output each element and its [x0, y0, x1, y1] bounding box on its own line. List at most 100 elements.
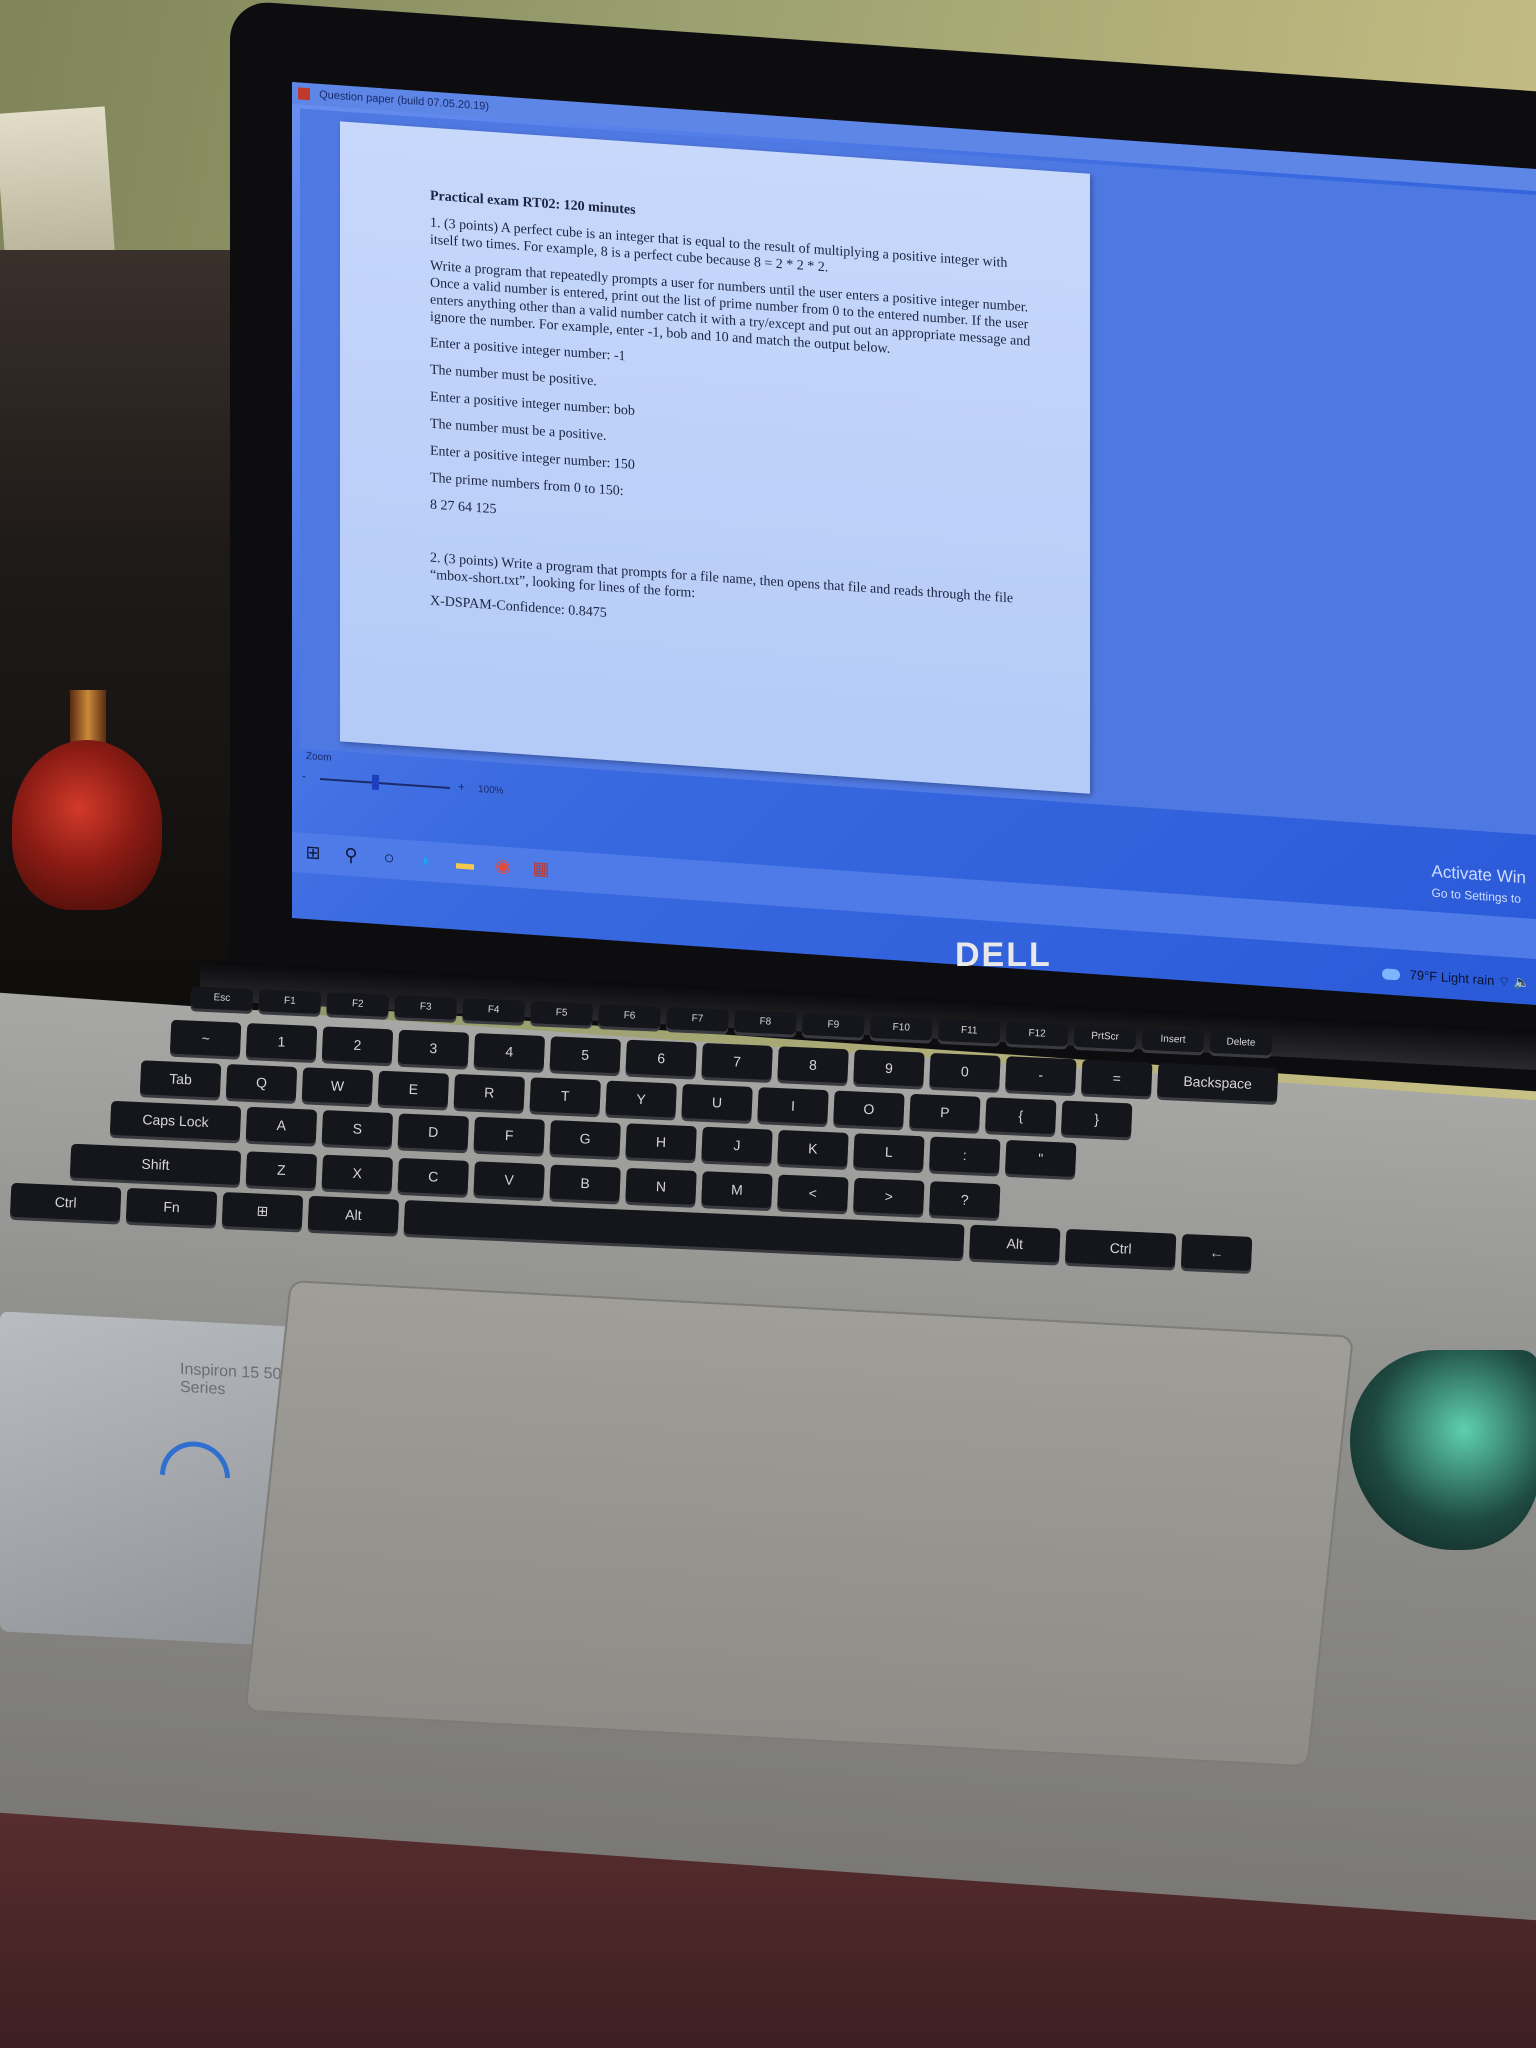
wifi-icon [160, 1439, 230, 1479]
zoom-value: 100% [478, 784, 504, 797]
key[interactable]: ← [1180, 1233, 1253, 1271]
key[interactable]: ⊞ [221, 1192, 304, 1230]
key[interactable]: Caps Lock [109, 1100, 242, 1141]
key[interactable]: O [833, 1090, 905, 1128]
key[interactable]: PrtScr [1073, 1024, 1137, 1050]
key[interactable]: Insert [1141, 1027, 1205, 1053]
key[interactable]: F3 [394, 995, 458, 1020]
key[interactable]: F [473, 1116, 545, 1154]
key[interactable]: F12 [1005, 1021, 1069, 1047]
keyboard: Esc F1 F2 F3 F4 F5 F6 F7 F8 F9 F10 F11 F12 PrtScr Inse… [9, 986, 1536, 1290]
chrome-icon[interactable]: ◉ [492, 854, 514, 878]
paper-on-wall [0, 106, 116, 264]
key[interactable]: Esc [190, 986, 254, 1011]
key[interactable]: I [757, 1087, 829, 1125]
key[interactable]: A [245, 1106, 318, 1144]
zoom-slider-thumb[interactable] [372, 774, 379, 791]
key[interactable]: E [377, 1070, 450, 1108]
cloud-icon [1382, 968, 1400, 981]
key[interactable]: F7 [665, 1007, 729, 1032]
key[interactable]: F4 [462, 998, 526, 1023]
key[interactable]: S [321, 1110, 394, 1148]
zoom-label: Zoom [306, 750, 332, 764]
key[interactable]: H [625, 1123, 697, 1161]
key[interactable]: 0 [929, 1052, 1001, 1090]
key[interactable]: Delete [1209, 1030, 1273, 1056]
key[interactable]: F10 [869, 1015, 933, 1041]
key[interactable]: Shift [69, 1143, 242, 1185]
key[interactable]: Fn [125, 1187, 218, 1226]
key[interactable]: Ctrl [9, 1182, 122, 1222]
system-tray: 79°F Light rain ⌔ 🔈 [1382, 958, 1530, 998]
key[interactable]: > [853, 1177, 925, 1215]
key[interactable]: 1 [245, 1023, 318, 1061]
cortana-icon[interactable]: ○ [378, 846, 400, 870]
key[interactable]: F9 [801, 1012, 865, 1038]
key[interactable]: L [853, 1133, 925, 1171]
app-icon [298, 87, 310, 101]
zoom-in-button[interactable]: + [458, 780, 465, 794]
activate-line-2: Go to Settings to [1431, 885, 1521, 906]
key[interactable]: Ctrl [1064, 1228, 1177, 1268]
edge-icon[interactable]: ◐ [416, 849, 438, 873]
activate-line-1: Activate Win [1431, 861, 1526, 888]
key[interactable]: F5 [530, 1001, 594, 1026]
key[interactable]: F1 [258, 989, 322, 1014]
key[interactable]: 6 [625, 1039, 697, 1077]
key[interactable]: 2 [321, 1026, 394, 1064]
key[interactable]: ? [929, 1181, 1001, 1219]
key[interactable]: T [529, 1077, 601, 1115]
key[interactable]: D [397, 1113, 469, 1151]
key[interactable]: F6 [598, 1004, 661, 1029]
document-viewer[interactable]: Practical exam RT02: 120 minutes 1. (3 p… [300, 108, 1536, 835]
key[interactable]: F11 [937, 1018, 1001, 1044]
laptop-screen: Question paper (build 07.05.20.19) Pract… [292, 82, 1536, 1005]
key[interactable]: X [321, 1154, 394, 1192]
key[interactable]: N [625, 1167, 697, 1205]
key[interactable]: - [1005, 1056, 1077, 1094]
key[interactable]: ~ [169, 1019, 242, 1057]
key[interactable]: Alt [307, 1195, 400, 1234]
key[interactable]: < [777, 1174, 849, 1212]
key[interactable]: P [909, 1093, 981, 1131]
key[interactable]: J [701, 1126, 773, 1164]
wifi-icon[interactable]: ⌔ [1498, 973, 1510, 989]
key[interactable]: } [1060, 1100, 1133, 1138]
key[interactable]: W [301, 1067, 374, 1105]
touchpad[interactable] [244, 1280, 1354, 1768]
key[interactable]: B [549, 1164, 621, 1202]
key[interactable]: G [549, 1120, 621, 1158]
key[interactable]: 4 [473, 1032, 546, 1071]
key[interactable]: R [453, 1073, 525, 1111]
key[interactable]: K [777, 1129, 849, 1167]
key[interactable]: 9 [853, 1049, 925, 1087]
key[interactable]: { [985, 1097, 1057, 1135]
key[interactable]: " [1004, 1139, 1077, 1177]
key[interactable]: : [929, 1136, 1001, 1174]
key[interactable]: V [473, 1161, 545, 1199]
key[interactable]: Q [225, 1064, 298, 1102]
zoom-slider[interactable] [320, 774, 450, 791]
key[interactable]: Tab [139, 1060, 222, 1098]
key[interactable]: Z [245, 1151, 318, 1189]
key[interactable]: U [681, 1083, 753, 1121]
key[interactable]: = [1081, 1059, 1153, 1097]
search-icon[interactable]: ⚲ [340, 843, 362, 867]
key[interactable]: Alt [969, 1224, 1061, 1263]
key[interactable]: 7 [701, 1042, 773, 1080]
key[interactable]: Y [605, 1080, 677, 1118]
key[interactable]: Backspace [1156, 1062, 1279, 1103]
file-explorer-icon[interactable]: ▬ [454, 851, 476, 875]
key[interactable]: 8 [777, 1046, 849, 1084]
zoom-out-button[interactable]: - [302, 769, 306, 783]
key[interactable]: F8 [733, 1010, 797, 1035]
key[interactable]: F2 [326, 992, 390, 1017]
key[interactable]: C [397, 1157, 469, 1195]
volume-icon[interactable]: 🔈 [1514, 974, 1530, 990]
key[interactable]: 3 [397, 1029, 470, 1067]
app-icon[interactable]: ▦ [530, 857, 552, 881]
key[interactable]: 5 [549, 1036, 621, 1074]
key[interactable]: M [701, 1171, 773, 1209]
weather-widget[interactable]: 79°F Light rain [1410, 967, 1495, 988]
windows-icon[interactable]: ⊞ [302, 841, 324, 865]
